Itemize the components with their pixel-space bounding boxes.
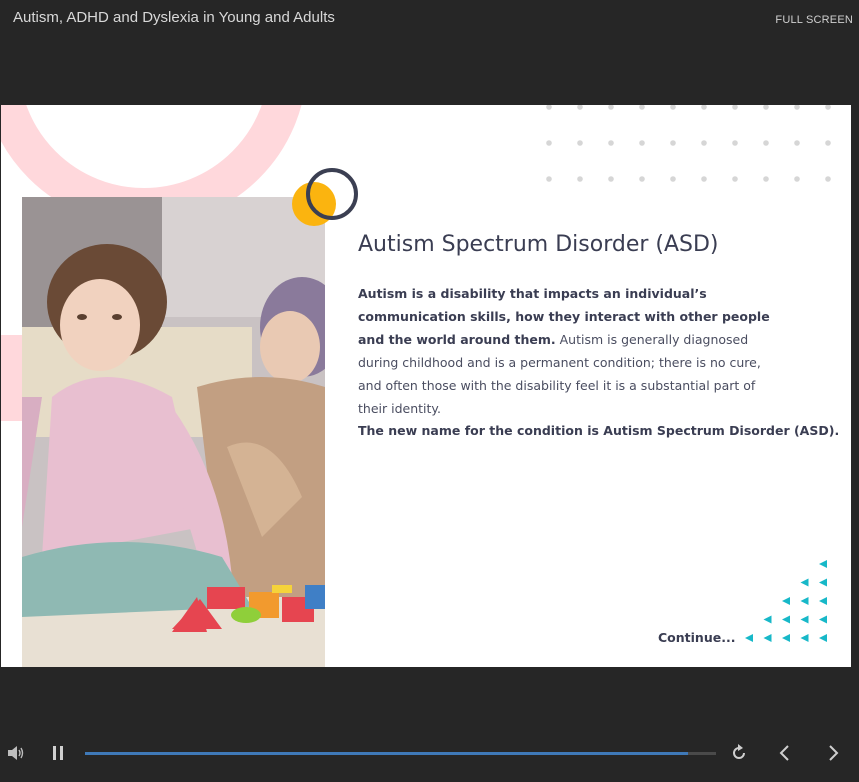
- decorative-triangle: [800, 634, 809, 642]
- decorative-dot: [701, 176, 707, 182]
- progress-bar[interactable]: [85, 752, 716, 755]
- decorative-dot: [608, 176, 614, 182]
- slide-canvas: Autism Spectrum Disorder (ASD) Autism is…: [1, 105, 851, 667]
- decorative-dot: [732, 140, 738, 146]
- pause-icon[interactable]: [51, 745, 65, 761]
- decorative-dot: [670, 176, 676, 182]
- continue-button[interactable]: Continue...: [658, 630, 735, 645]
- chevron-right-icon[interactable]: [825, 744, 841, 762]
- decorative-triangle: [745, 634, 753, 642]
- decorative-ring: [306, 168, 358, 220]
- progress-fill: [85, 752, 688, 755]
- decorative-triangle: [782, 634, 790, 642]
- decorative-triangle: [800, 597, 809, 605]
- volume-icon[interactable]: [7, 744, 25, 762]
- slide-heading: Autism Spectrum Disorder (ASD): [358, 232, 719, 257]
- slide-paragraph-2: The new name for the condition is Autism…: [358, 423, 840, 438]
- decorative-dot: [794, 176, 800, 182]
- decorative-dot: [639, 176, 645, 182]
- replay-icon[interactable]: [730, 744, 748, 762]
- decorative-triangle: [782, 615, 790, 624]
- decorative-dot: [701, 140, 707, 146]
- decorative-triangle: [819, 597, 827, 605]
- decorative-dot: [670, 105, 676, 110]
- full-screen-button[interactable]: FULL SCREEN: [775, 14, 853, 26]
- decorative-dot: [639, 140, 645, 146]
- decorative-triangle: [800, 578, 809, 587]
- decorative-dot: [577, 176, 583, 182]
- decorative-dot: [701, 105, 707, 110]
- decorative-triangle: [782, 597, 790, 605]
- decorative-dot: [546, 140, 552, 146]
- decorative-dot: [825, 140, 831, 146]
- decorative-dot: [608, 140, 614, 146]
- decorative-teal-triangles: [741, 557, 836, 652]
- course-title: Autism, ADHD and Dyslexia in Young and A…: [13, 9, 335, 26]
- decorative-pink-block: [1, 335, 22, 421]
- decorative-dot: [546, 176, 552, 182]
- decorative-dot: [577, 140, 583, 146]
- decorative-dot: [763, 176, 769, 182]
- decorative-dot: [732, 105, 738, 110]
- decorative-triangle: [763, 615, 772, 624]
- decorative-triangle: [819, 634, 827, 642]
- decorative-triangle: [800, 615, 809, 624]
- decorative-triangle: [819, 560, 827, 568]
- decorative-dot: [794, 140, 800, 146]
- decorative-dot: [577, 105, 583, 110]
- decorative-dot: [763, 105, 769, 110]
- decorative-dot: [670, 140, 676, 146]
- decorative-dot: [608, 105, 614, 110]
- decorative-dot: [639, 105, 645, 110]
- decorative-dot: [794, 105, 800, 110]
- decorative-dot-grid: [546, 105, 836, 185]
- decorative-dot: [732, 176, 738, 182]
- top-bar: Autism, ADHD and Dyslexia in Young and A…: [0, 0, 859, 40]
- chevron-left-icon[interactable]: [777, 744, 793, 762]
- decorative-dot: [763, 140, 769, 146]
- decorative-dot: [825, 176, 831, 182]
- slide-paragraph-1: Autism is a disability that impacts an i…: [358, 282, 778, 420]
- decorative-dot: [546, 105, 552, 110]
- slide-photo: [22, 197, 325, 667]
- decorative-triangle: [819, 615, 827, 624]
- decorative-dot: [825, 105, 831, 110]
- decorative-triangle: [819, 578, 827, 587]
- decorative-triangle: [763, 634, 772, 642]
- player-controls: [0, 730, 859, 782]
